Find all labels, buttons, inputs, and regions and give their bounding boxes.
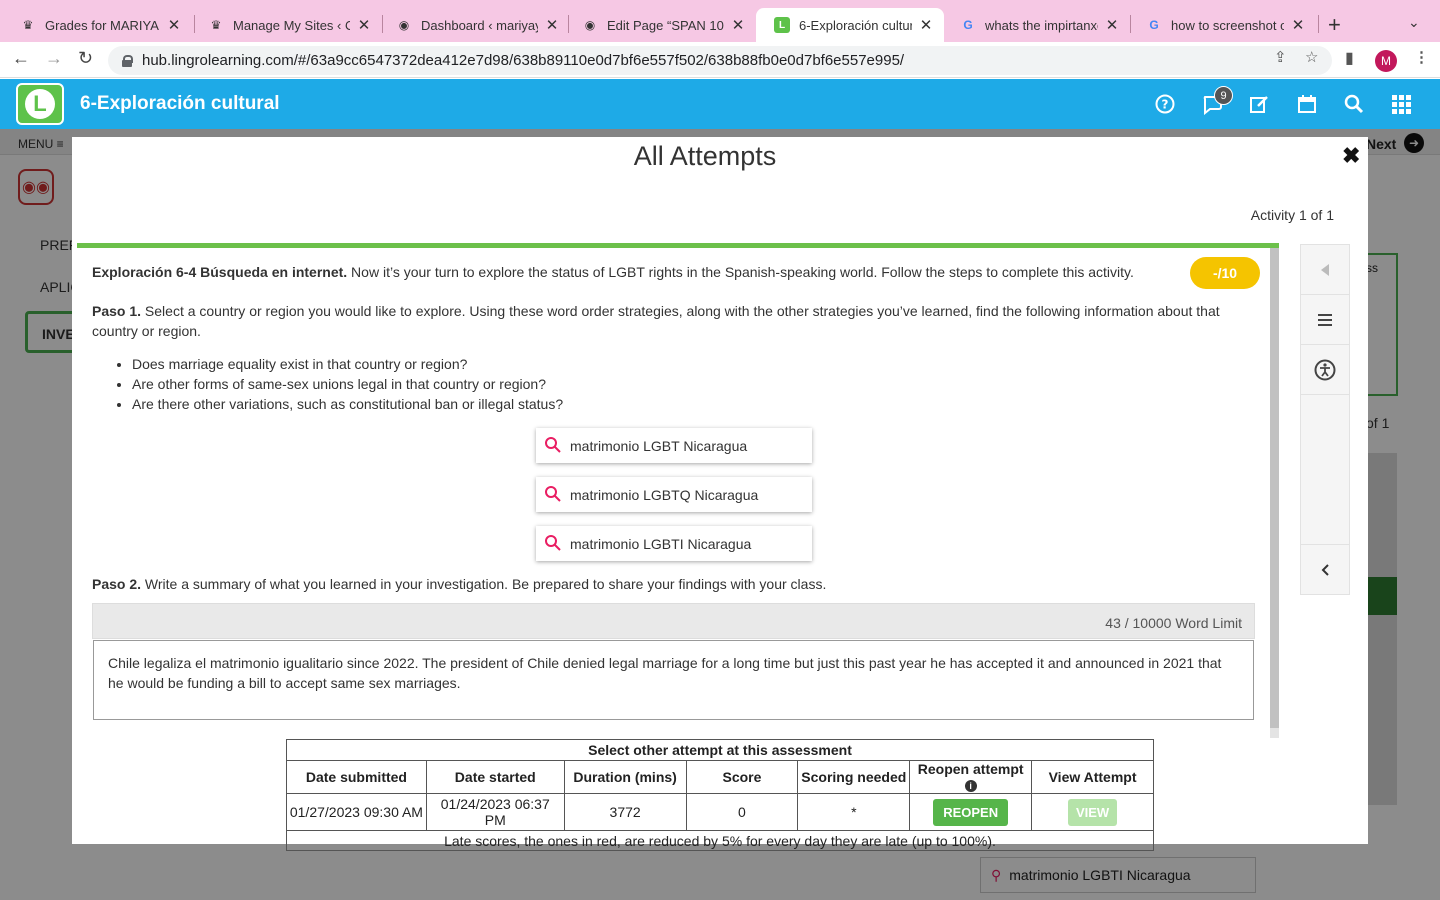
browser-tab[interactable]: G whats the impirtanxe ✕ <box>942 8 1130 42</box>
column-header: Score <box>685 760 799 794</box>
table-row[interactable]: 01/27/2023 09:30 AM 01/24/2023 06:37 PM … <box>286 793 1154 831</box>
side-panel-icon[interactable]: ▮ <box>1345 48 1354 68</box>
scoring-needed: * <box>797 793 911 831</box>
edit-icon[interactable] <box>1247 92 1271 116</box>
search-suggestion[interactable]: matrimonio LGBTI Nicaragua <box>536 526 812 561</box>
search-icon <box>545 486 561 502</box>
lingro-logo[interactable]: L <box>16 83 64 125</box>
browser-tab[interactable]: ◉ Dashboard ‹ mariyayo ✕ <box>378 8 570 42</box>
tab-search-icon[interactable]: ⌄ <box>1408 14 1420 31</box>
close-icon[interactable]: ✕ <box>1104 16 1120 34</box>
google-icon: G <box>1149 18 1159 32</box>
browser-tab-strip: ♛ Grades for MARIYA YO ✕ ♛ Manage My Sit… <box>0 0 1440 42</box>
progress-line <box>77 243 1279 248</box>
word-count-bar: 43 / 10000 Word Limit <box>92 603 1255 639</box>
info-icon[interactable]: i <box>964 780 977 793</box>
apps-grid-icon[interactable] <box>1389 92 1413 116</box>
crown-icon: ♛ <box>22 18 34 32</box>
share-icon[interactable]: ⇪ <box>1274 48 1287 66</box>
close-icon[interactable]: ✕ <box>730 16 746 34</box>
messages-badge: 9 <box>1214 86 1233 105</box>
url-text: hub.lingrolearning.com/#/63a9cc6547372de… <box>142 52 905 69</box>
view-button[interactable]: VIEW <box>1067 798 1118 826</box>
browser-tab[interactable]: ♛ Grades for MARIYA YO ✕ <box>2 8 192 42</box>
browser-tab[interactable]: ♛ Manage My Sites ‹ OI ✕ <box>190 8 382 42</box>
tool-column <box>1300 244 1350 595</box>
google-icon: G <box>963 18 973 32</box>
chevron-left-icon[interactable] <box>1301 544 1349 594</box>
search-icon[interactable] <box>1342 92 1366 116</box>
reopen-button[interactable]: REOPEN <box>933 798 1009 826</box>
address-bar[interactable]: hub.lingrolearning.com/#/63a9cc6547372de… <box>108 46 1332 75</box>
column-header: Scoring needed <box>797 760 911 794</box>
table-caption: Select other attempt at this assessment <box>286 739 1154 761</box>
search-suggestion[interactable]: matrimonio LGBT Nicaragua <box>536 428 812 463</box>
globe-icon: ◉ <box>584 18 596 32</box>
tab-divider <box>1318 15 1319 33</box>
lock-icon <box>122 54 133 67</box>
duration: 3772 <box>563 793 687 831</box>
accessibility-icon[interactable] <box>1301 345 1349 395</box>
reload-icon[interactable]: ↻ <box>78 48 93 69</box>
table-header-row: Date submitted Date started Duration (mi… <box>286 760 1154 794</box>
browser-tab[interactable]: G how to screenshot on ✕ <box>1128 8 1316 42</box>
all-attempts-modal: All Attempts ✖ Activity 1 of 1 Exploraci… <box>72 137 1368 851</box>
view-cell: VIEW <box>1031 793 1154 831</box>
close-icon[interactable]: ✕ <box>356 16 372 34</box>
column-header: Date submitted <box>286 760 427 794</box>
app-title: 6-Exploración cultural <box>80 93 280 114</box>
table-footnote: Late scores, the ones in red, are reduce… <box>286 830 1154 851</box>
column-header: Duration (mins) <box>563 760 687 794</box>
question-list: Does marriage equality exist in that cou… <box>132 354 1032 414</box>
attempts-table: Select other attempt at this assessment … <box>286 739 1154 851</box>
date-started: 01/24/2023 06:37 PM <box>425 793 565 831</box>
list-item: Does marriage equality exist in that cou… <box>132 354 1032 374</box>
close-icon[interactable]: ✖ <box>1342 143 1360 169</box>
search-suggestion[interactable]: matrimonio LGBTQ Nicaragua <box>536 477 812 512</box>
score: 0 <box>685 793 799 831</box>
hamburger-icon[interactable] <box>1301 295 1349 345</box>
modal-title: All Attempts <box>633 141 777 171</box>
profile-avatar[interactable]: M <box>1375 50 1397 72</box>
search-icon <box>545 535 561 551</box>
browser-tab-active[interactable]: L 6-Exploración cultura ✕ <box>756 8 944 42</box>
forward-arrow-icon[interactable]: → <box>45 48 63 69</box>
column-header: Date started <box>425 760 565 794</box>
crown-icon: ♛ <box>210 18 222 32</box>
summary-response: Chile legaliza el matrimonio igualitario… <box>93 640 1254 720</box>
list-item: Are other forms of same-sex unions legal… <box>132 374 1032 394</box>
score-badge: -/10 <box>1190 257 1260 289</box>
close-icon[interactable]: ✕ <box>544 16 560 34</box>
search-icon <box>545 437 561 453</box>
step-2: Paso 2. Write a summary of what you lear… <box>92 576 827 592</box>
globe-icon: ◉ <box>398 18 410 32</box>
content-scrollbar[interactable] <box>1270 248 1279 738</box>
list-item: Are there other variations, such as cons… <box>132 394 1032 414</box>
reopen-cell: REOPEN <box>909 793 1033 831</box>
column-header-reopen: Reopen attempt i <box>909 760 1033 794</box>
activity-intro: Exploración 6-4 Búsqueda en internet. No… <box>92 264 1134 280</box>
browser-tab[interactable]: ◉ Edit Page “SPAN 102” ✕ <box>564 8 756 42</box>
svg-text:?: ? <box>1162 98 1169 112</box>
close-icon[interactable]: ✕ <box>166 16 182 34</box>
word-count: 43 / 10000 Word Limit <box>1105 615 1242 631</box>
calendar-icon[interactable] <box>1295 92 1319 116</box>
scrollbar-thumb[interactable] <box>1270 248 1279 728</box>
help-icon[interactable]: ? <box>1153 92 1177 116</box>
back-arrow-icon[interactable]: ← <box>12 48 30 69</box>
close-icon[interactable]: ✕ <box>918 16 934 34</box>
new-tab-button[interactable]: + <box>1328 12 1341 38</box>
step-1: Paso 1. Select a country or region you w… <box>92 303 1220 339</box>
date-submitted: 01/27/2023 09:30 AM <box>286 793 427 831</box>
column-header: View Attempt <box>1031 760 1154 794</box>
browser-toolbar: ← → ↻ hub.lingrolearning.com/#/63a9cc654… <box>0 42 1440 78</box>
close-icon[interactable]: ✕ <box>1290 16 1306 34</box>
lingro-icon: L <box>774 17 790 33</box>
activity-count: Activity 1 of 1 <box>1250 207 1334 223</box>
kebab-menu-icon[interactable]: ⋮ <box>1414 48 1429 66</box>
collapse-left-icon[interactable] <box>1301 245 1349 295</box>
bookmark-star-icon[interactable]: ☆ <box>1305 48 1318 66</box>
